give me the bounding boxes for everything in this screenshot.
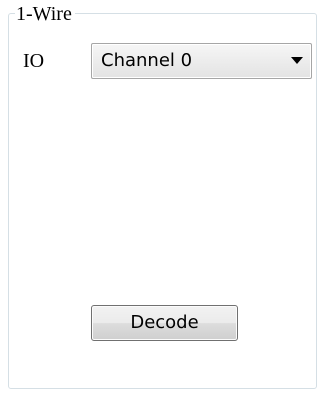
io-label: IO — [23, 50, 45, 72]
channel-select-value: Channel 0 — [101, 50, 193, 71]
channel-select[interactable]: Channel 0 — [91, 43, 312, 79]
decode-button-label: Decode — [130, 312, 199, 333]
decode-button[interactable]: Decode — [91, 305, 238, 341]
chevron-down-icon — [291, 57, 303, 64]
group-title: 1-Wire — [15, 3, 75, 25]
